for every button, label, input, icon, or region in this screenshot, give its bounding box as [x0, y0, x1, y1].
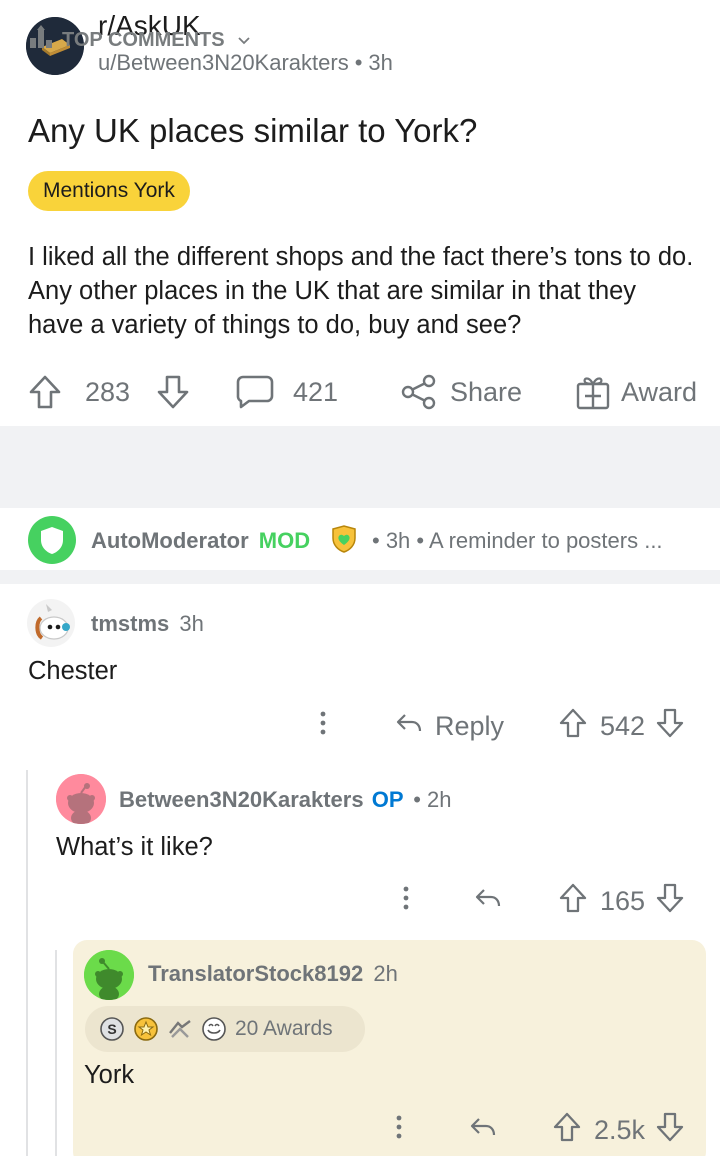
reply-button[interactable] — [468, 1107, 498, 1153]
post-title: Any UK places similar to York? — [28, 112, 478, 149]
upvote-icon[interactable] — [558, 882, 588, 921]
comment-more-button[interactable] — [308, 703, 338, 749]
comment-text: What’s it like? — [56, 833, 213, 861]
comment-author[interactable]: TranslatorStock8192 2h — [148, 961, 398, 987]
comment-vote: 2.5k — [552, 1107, 685, 1153]
comment-author[interactable]: Between3N20Karakters OP • 2h — [119, 787, 452, 813]
gold-award-icon — [131, 1014, 161, 1044]
comment-count: 421 — [293, 376, 339, 407]
more-icon — [391, 883, 421, 920]
share-label: Share — [450, 376, 523, 407]
helpful-award-icon — [165, 1014, 195, 1044]
thread-line[interactable] — [55, 950, 57, 1156]
avatar[interactable] — [26, 598, 76, 648]
reply-button[interactable]: Reply — [394, 703, 504, 749]
award-label: Award — [621, 376, 698, 407]
upvote-icon[interactable] — [558, 707, 588, 746]
more-icon — [384, 1112, 414, 1149]
share-button[interactable]: Share — [400, 364, 522, 420]
comment-text: Chester — [28, 657, 118, 685]
reply-icon — [473, 883, 503, 920]
comment-sort-bar — [0, 426, 720, 508]
downvote-button[interactable] — [156, 364, 190, 420]
awards-badge[interactable]: S 20 Awards — [85, 1006, 365, 1052]
automod-username[interactable]: AutoModerator MOD — [91, 528, 310, 554]
comment-divider — [0, 570, 720, 584]
vote-count: 283 — [85, 376, 131, 407]
wholesome-award-icon — [199, 1014, 229, 1044]
comment-more-button[interactable] — [384, 1107, 414, 1153]
post-body: I liked all the different shops and the … — [28, 243, 694, 339]
reply-button[interactable] — [473, 878, 503, 924]
downvote-icon[interactable] — [655, 707, 685, 746]
chevron-down-icon — [237, 29, 251, 52]
comment-author[interactable]: tmstms 3h — [91, 611, 204, 637]
awards-count: 20 Awards — [235, 1017, 333, 1040]
op-badge: OP — [371, 787, 404, 812]
upvote-icon[interactable] — [552, 1111, 582, 1150]
award-button[interactable]: Award — [575, 364, 697, 420]
upvote-icon — [28, 374, 62, 410]
comment-vote: 165 — [558, 878, 685, 924]
automod-meta: • 3h • A reminder to posters ... — [372, 528, 663, 553]
comment-vote-count: 542 — [600, 710, 646, 741]
reply-icon — [394, 708, 424, 745]
post-action-bar: 283 421 Share Award — [0, 364, 720, 420]
downvote-icon[interactable] — [655, 1111, 685, 1150]
share-icon — [400, 373, 438, 411]
automod-comment[interactable]: AutoModerator MOD • 3h • A reminder to p… — [0, 510, 720, 570]
comments-button[interactable]: 421 — [235, 364, 338, 420]
reply-label: Reply — [435, 710, 505, 741]
automod-avatar — [28, 516, 76, 564]
sort-label: TOP COMMENTS — [62, 28, 225, 51]
silver-award-icon: S — [97, 1014, 127, 1044]
comment-more-button[interactable] — [391, 878, 421, 924]
comment-vote-count: 2.5k — [594, 1114, 646, 1145]
shield-icon — [41, 527, 63, 554]
avatar[interactable] — [56, 774, 106, 824]
downvote-icon[interactable] — [655, 882, 685, 921]
post-flair[interactable]: Mentions York — [28, 171, 190, 211]
post-age: 3h — [368, 50, 393, 75]
svg-text:S: S — [107, 1021, 116, 1037]
comment-sort-button[interactable]: TOP COMMENTS — [28, 24, 251, 56]
avatar[interactable] — [84, 950, 134, 1000]
downvote-icon — [156, 374, 190, 410]
comment-text: York — [84, 1061, 135, 1089]
mod-badge-icon — [329, 524, 359, 559]
award-icon — [575, 373, 611, 411]
comment-vote: 542 — [558, 703, 685, 749]
mod-badge: MOD — [258, 528, 311, 553]
upvote-button[interactable] — [28, 364, 62, 420]
reply-icon — [468, 1112, 498, 1149]
thread-line[interactable] — [26, 770, 28, 1156]
sort-icon — [28, 24, 54, 56]
more-icon — [308, 708, 338, 745]
comment-vote-count: 165 — [600, 885, 646, 916]
comment-icon — [235, 373, 275, 411]
